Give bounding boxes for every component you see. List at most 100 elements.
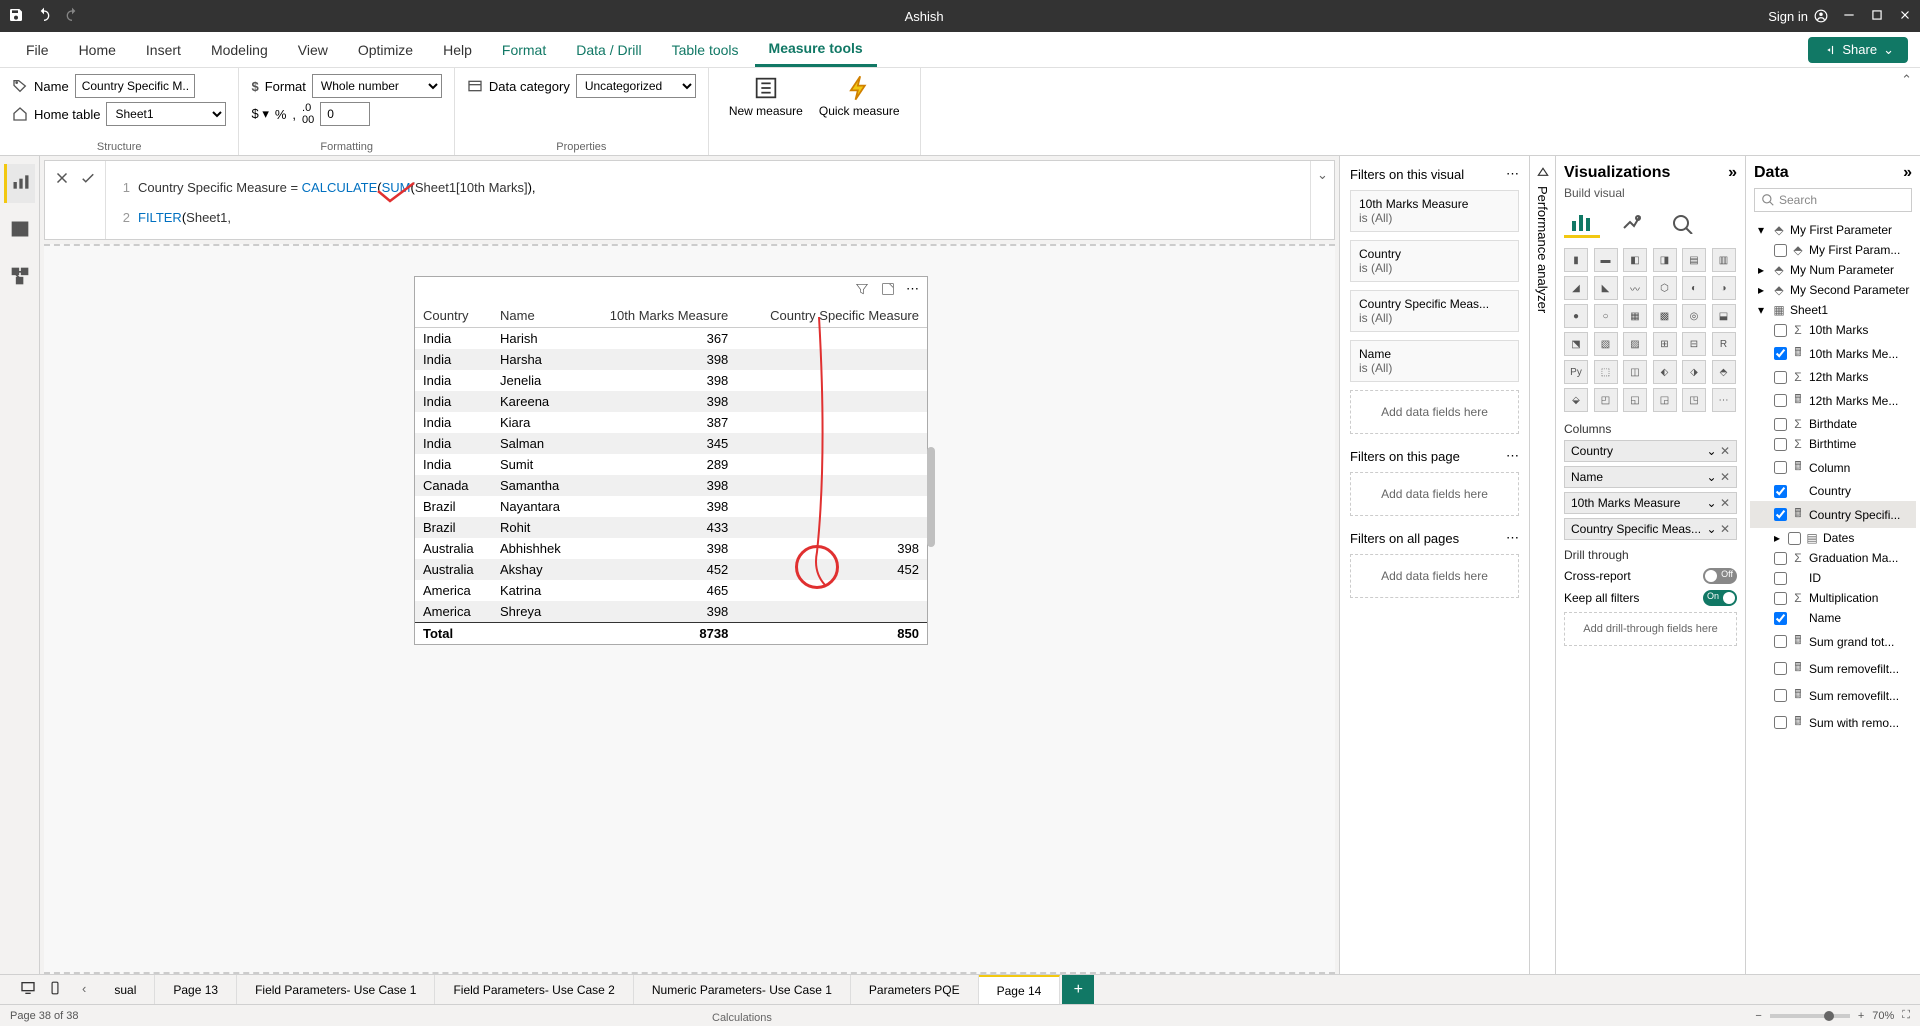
data-expand-icon[interactable]: »: [1903, 164, 1912, 182]
viz-type-icon[interactable]: ▧: [1594, 332, 1618, 356]
col-csm[interactable]: Country Specific Measure: [736, 304, 927, 328]
viz-type-icon[interactable]: ⬚: [1594, 360, 1618, 384]
undo-icon[interactable]: [36, 7, 52, 26]
viz-type-icon[interactable]: ⬓: [1712, 304, 1736, 328]
field-checkbox[interactable]: [1774, 371, 1787, 384]
zoom-in-icon[interactable]: +: [1858, 1010, 1864, 1022]
remove-field-icon[interactable]: ✕: [1720, 470, 1730, 484]
more-icon[interactable]: ⋯: [906, 281, 919, 300]
table-row[interactable]: IndiaSumit289: [415, 454, 927, 475]
filters-page-more[interactable]: ⋯: [1506, 448, 1519, 464]
viz-type-icon[interactable]: ▩: [1653, 304, 1677, 328]
page-tab[interactable]: Numeric Parameters- Use Case 1: [634, 975, 851, 1004]
field-item[interactable]: Σ10th Marks: [1750, 320, 1916, 340]
viz-type-icon[interactable]: ⬘: [1712, 360, 1736, 384]
field-checkbox[interactable]: [1774, 508, 1787, 521]
filters-all-more[interactable]: ⋯: [1506, 530, 1519, 546]
table-row[interactable]: IndiaSalman345: [415, 433, 927, 454]
viz-type-icon[interactable]: R: [1712, 332, 1736, 356]
report-view-icon[interactable]: [4, 164, 35, 203]
page-tab[interactable]: sual: [96, 975, 155, 1004]
filter-card[interactable]: 10th Marks Measureis (All): [1350, 190, 1519, 232]
tab-help[interactable]: Help: [429, 34, 486, 66]
tab-home[interactable]: Home: [65, 34, 130, 66]
table-row[interactable]: AmericaKatrina465: [415, 580, 927, 601]
tab-modeling[interactable]: Modeling: [197, 34, 282, 66]
data-view-icon[interactable]: [6, 211, 34, 250]
page-tab[interactable]: Parameters PQE: [851, 975, 979, 1004]
field-item[interactable]: 🖩Sum removefilt...: [1750, 682, 1916, 709]
formula-editor[interactable]: 1Country Specific Measure = CALCULATE(SU…: [106, 161, 1310, 239]
viz-type-icon[interactable]: ▨: [1623, 332, 1647, 356]
viz-type-icon[interactable]: ◨: [1653, 248, 1677, 272]
report-canvas[interactable]: ⋯ Country Name 10th Marks Measure Countr…: [44, 244, 1335, 974]
field-item[interactable]: ▾▦Sheet1: [1750, 300, 1916, 320]
currency-icon[interactable]: $ ▾: [251, 106, 268, 122]
viz-type-icon[interactable]: ◫: [1623, 360, 1647, 384]
col-country[interactable]: Country: [415, 304, 492, 328]
new-measure-button[interactable]: New measure: [721, 74, 811, 118]
commit-formula-icon[interactable]: [79, 169, 97, 190]
tab-data-drill[interactable]: Data / Drill: [562, 34, 655, 66]
decimal-places-input[interactable]: [320, 102, 370, 126]
field-item[interactable]: ▸▤Dates: [1750, 528, 1916, 548]
field-item[interactable]: ΣBirthtime: [1750, 434, 1916, 454]
data-category-select[interactable]: Uncategorized: [576, 74, 696, 98]
tab-view[interactable]: View: [284, 34, 342, 66]
field-checkbox[interactable]: [1774, 612, 1787, 625]
field-well[interactable]: Country⌄ ✕: [1564, 440, 1737, 462]
minimize-icon[interactable]: [1842, 8, 1856, 25]
viz-type-icon[interactable]: ◣: [1594, 276, 1618, 300]
table-row[interactable]: IndiaHarish367: [415, 328, 927, 350]
viz-type-icon[interactable]: ●: [1564, 304, 1588, 328]
viz-type-icon[interactable]: ◐: [1682, 276, 1706, 300]
table-row[interactable]: IndiaKiara387: [415, 412, 927, 433]
viz-type-icon[interactable]: ⋯: [1712, 388, 1736, 412]
field-item[interactable]: 🖩Sum with remo...: [1750, 709, 1916, 736]
field-item[interactable]: ▸⬘My Num Parameter: [1750, 260, 1916, 280]
viz-type-icon[interactable]: ▥: [1712, 248, 1736, 272]
field-item[interactable]: 🖩Country Specifi...: [1750, 501, 1916, 528]
field-checkbox[interactable]: [1774, 394, 1787, 407]
viz-type-icon[interactable]: ◰: [1594, 388, 1618, 412]
table-row[interactable]: AustraliaAkshay452452: [415, 559, 927, 580]
close-icon[interactable]: [1898, 8, 1912, 25]
field-checkbox[interactable]: [1774, 347, 1787, 360]
table-scrollbar[interactable]: [927, 447, 935, 547]
desktop-layout-icon[interactable]: [18, 980, 38, 999]
field-item[interactable]: Σ12th Marks: [1750, 367, 1916, 387]
maximize-icon[interactable]: [1870, 8, 1884, 25]
table-row[interactable]: BrazilNayantara398: [415, 496, 927, 517]
col-name[interactable]: Name: [492, 304, 581, 328]
viz-type-icon[interactable]: ◎: [1682, 304, 1706, 328]
field-item[interactable]: ID: [1750, 568, 1916, 588]
table-row[interactable]: IndiaJenelia398: [415, 370, 927, 391]
focus-icon[interactable]: [880, 281, 896, 300]
format-tab-icon[interactable]: [1614, 208, 1650, 238]
viz-type-icon[interactable]: ◧: [1623, 248, 1647, 272]
viz-type-icon[interactable]: ◳: [1682, 388, 1706, 412]
viz-type-icon[interactable]: ⊞: [1653, 332, 1677, 356]
viz-type-icon[interactable]: ▮: [1564, 248, 1588, 272]
field-checkbox[interactable]: [1774, 689, 1787, 702]
field-item[interactable]: 🖩10th Marks Me...: [1750, 340, 1916, 367]
collapse-ribbon-icon[interactable]: ⌃: [1893, 68, 1920, 155]
add-all-filter[interactable]: Add data fields here: [1350, 554, 1519, 598]
filters-visual-more[interactable]: ⋯: [1506, 166, 1519, 182]
keep-filters-toggle[interactable]: On: [1703, 590, 1737, 606]
field-well[interactable]: Country Specific Meas...⌄ ✕: [1564, 518, 1737, 540]
remove-field-icon[interactable]: ✕: [1720, 496, 1730, 510]
field-item[interactable]: 🖩12th Marks Me...: [1750, 387, 1916, 414]
table-row[interactable]: AustraliaAbhishhek398398: [415, 538, 927, 559]
expand-formula-icon[interactable]: ⌄: [1310, 161, 1334, 239]
viz-type-icon[interactable]: ○: [1594, 304, 1618, 328]
field-checkbox[interactable]: [1774, 244, 1787, 257]
tab-table-tools[interactable]: Table tools: [658, 34, 753, 66]
table-row[interactable]: IndiaKareena398: [415, 391, 927, 412]
col-marks[interactable]: 10th Marks Measure: [581, 304, 737, 328]
format-select[interactable]: Whole number: [312, 74, 442, 98]
page-tab[interactable]: Page 14: [979, 975, 1061, 1004]
measure-name-input[interactable]: [75, 74, 195, 98]
field-checkbox[interactable]: [1774, 438, 1787, 451]
field-item[interactable]: 🖩Sum grand tot...: [1750, 628, 1916, 655]
